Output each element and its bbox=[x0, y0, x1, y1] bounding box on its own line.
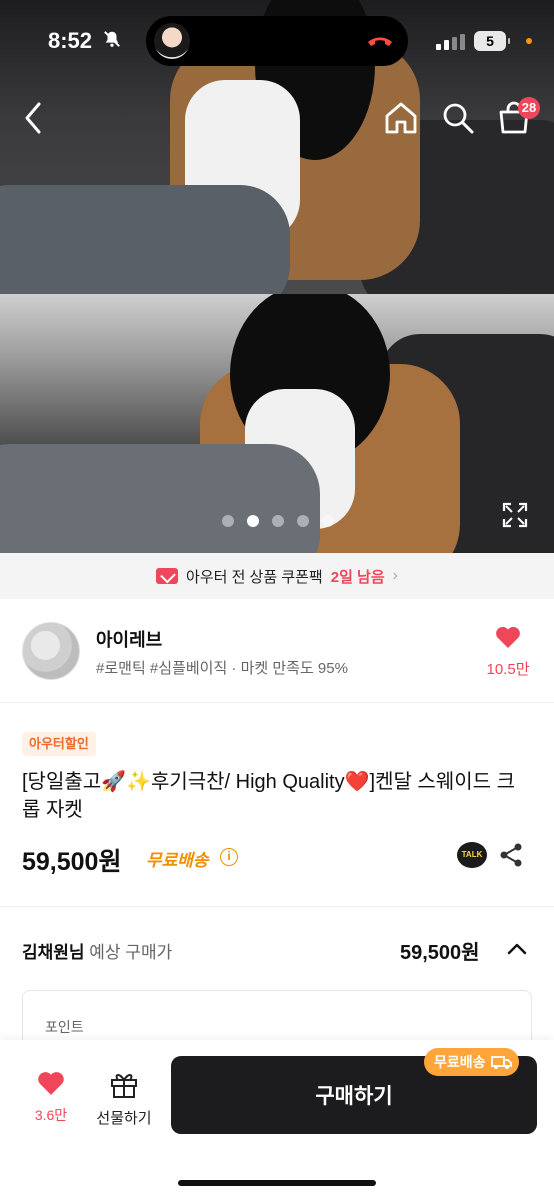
gallery-pagination[interactable] bbox=[222, 515, 334, 527]
heart-icon bbox=[38, 1072, 64, 1095]
seller-like-count: 10.5만 bbox=[486, 661, 530, 678]
pagination-dot[interactable] bbox=[322, 515, 334, 527]
product-title: [당일출고🚀✨후기극찬/ High Quality❤️]켄달 스웨이드 크롭 자… bbox=[22, 771, 515, 821]
back-icon[interactable] bbox=[16, 100, 52, 136]
status-time: 8:52 bbox=[48, 28, 93, 53]
free-shipping-tag: 무료배송 bbox=[424, 1048, 519, 1076]
coupon-deadline: 2일 남음 bbox=[330, 568, 385, 586]
bottom-action-bar: 3.6만 선물하기 구매하기 무료배송 bbox=[0, 1040, 554, 1200]
pagination-dot-active[interactable] bbox=[247, 515, 259, 527]
heart-icon bbox=[496, 626, 520, 648]
dynamic-island-call[interactable] bbox=[146, 16, 408, 66]
coupon-banner[interactable]: 아우터 전 상품 쿠폰팩 2일 남음 › bbox=[0, 553, 554, 599]
expected-price-value: 59,500원 bbox=[400, 942, 480, 964]
pagination-dot[interactable] bbox=[222, 515, 234, 527]
like-count: 3.6만 bbox=[34, 1107, 68, 1123]
pagination-dot[interactable] bbox=[297, 515, 309, 527]
gift-button[interactable]: 선물하기 bbox=[92, 1070, 156, 1128]
seller-row[interactable]: 아이레브 #로맨틱 #심플베이직 · 마켓 만족도 95% 10.5만 bbox=[0, 599, 554, 703]
like-button[interactable]: 3.6만 bbox=[28, 1070, 74, 1125]
seller-like-button[interactable]: 10.5만 bbox=[484, 625, 532, 679]
kakaotalk-share-icon[interactable]: TALK bbox=[457, 842, 487, 868]
product-price: 59,500원 bbox=[22, 848, 122, 876]
seller-name[interactable]: 아이레브 bbox=[96, 626, 162, 652]
coupon-download-icon bbox=[156, 568, 179, 584]
pagination-dot[interactable] bbox=[272, 515, 284, 527]
privacy-indicator bbox=[526, 38, 532, 44]
expected-price-label: 김채원님 예상 구매가 bbox=[22, 938, 172, 963]
bell-off-icon bbox=[104, 31, 120, 47]
gift-label: 선물하기 bbox=[96, 1110, 152, 1127]
seller-avatar[interactable] bbox=[22, 622, 80, 680]
cellular-signal-icon bbox=[436, 34, 465, 50]
phone-hangup-icon bbox=[368, 37, 392, 46]
share-icon[interactable] bbox=[498, 842, 524, 868]
section-divider bbox=[0, 906, 554, 907]
seller-tags: #로맨틱 #심플베이직 · 마켓 만족도 95% bbox=[96, 660, 348, 677]
cart-count-badge: 28 bbox=[518, 97, 540, 119]
discount-badge: 아우터할인 bbox=[22, 732, 96, 756]
gift-icon bbox=[111, 1074, 137, 1098]
truck-icon bbox=[490, 1056, 512, 1069]
coupon-text: 아우터 전 상품 쿠폰팩 bbox=[186, 568, 323, 586]
points-label: 포인트 bbox=[45, 1019, 84, 1035]
home-indicator[interactable] bbox=[178, 1180, 376, 1186]
info-icon[interactable]: i bbox=[220, 848, 238, 866]
expected-price-caption: 예상 구매가 bbox=[89, 943, 173, 962]
home-icon[interactable] bbox=[383, 100, 419, 136]
free-shipping-tag-label: 무료배송 bbox=[434, 1054, 486, 1070]
battery-indicator: 5 bbox=[474, 31, 510, 51]
search-icon[interactable] bbox=[440, 100, 476, 136]
product-image-gallery[interactable]: 8:52 5 28 bbox=[0, 0, 554, 553]
expand-icon[interactable] bbox=[502, 502, 528, 528]
user-name: 김채원님 bbox=[22, 943, 85, 962]
chevron-up-icon[interactable] bbox=[506, 940, 528, 958]
caller-avatar bbox=[154, 23, 190, 59]
free-shipping-label: 무료배송 bbox=[146, 851, 209, 870]
chevron-right-icon: › bbox=[392, 567, 398, 584]
